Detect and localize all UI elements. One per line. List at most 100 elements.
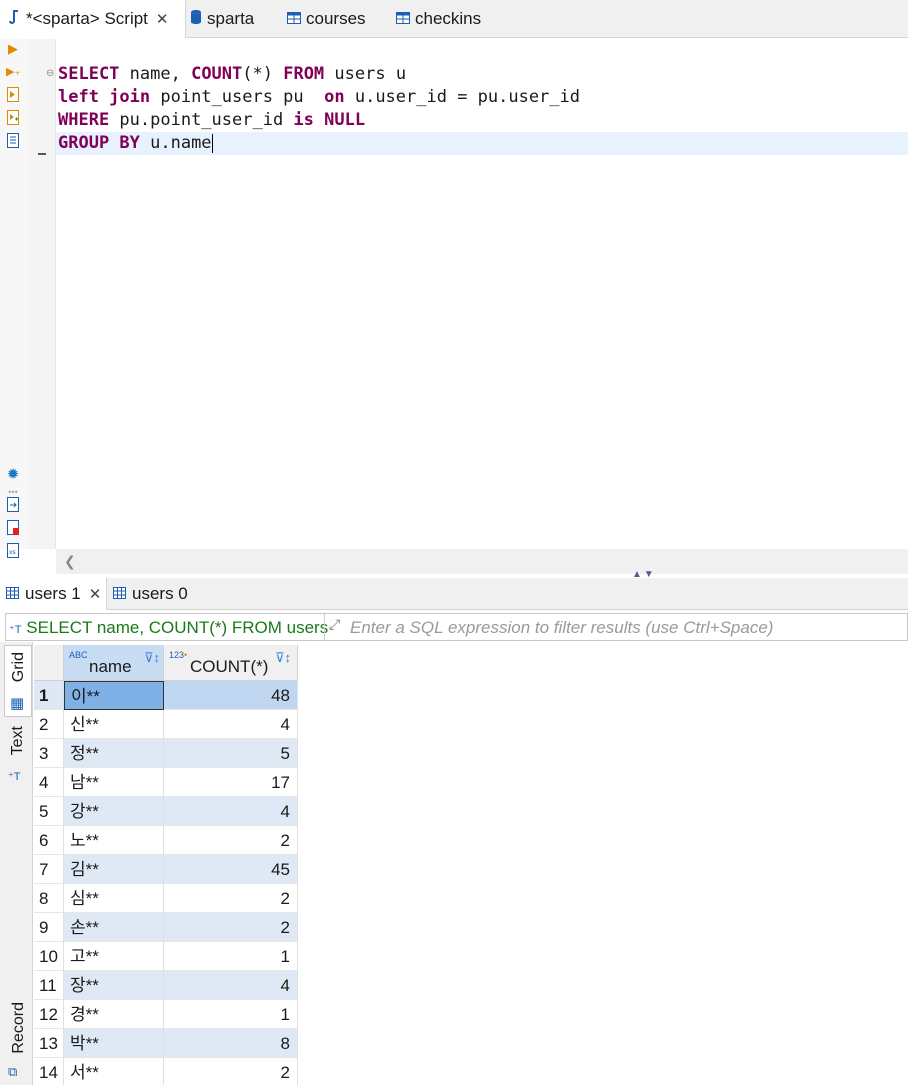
tab-results-users-1[interactable]: users 1 ✕ [0,578,107,610]
cell-name[interactable]: 경** [64,1000,164,1029]
grid-label: Grid [10,652,27,683]
row-number[interactable]: 3 [34,739,64,768]
table-row[interactable]: 5 강** 4 [34,797,908,826]
grid-view-tab[interactable]: Grid ▦ [4,645,32,717]
current-line-marker [38,153,46,155]
type-badge: 123 [169,650,185,660]
row-number[interactable]: 9 [34,913,64,942]
horizontal-scrollbar[interactable]: ❮ [56,549,908,574]
filter-input[interactable]: Enter a SQL expression to filter results… [350,618,773,638]
cell-name[interactable]: 신** [64,710,164,739]
cell-count[interactable]: 2 [164,1058,298,1085]
cell-count[interactable]: 48 [164,681,298,710]
cell-name[interactable]: 이** [64,681,164,710]
cell-name[interactable]: 김** [64,855,164,884]
results-grid[interactable]: ABC name ⊽↕ 123• COUNT(*) ⊽↕ 1 이** 48 2 신** 4… [34,642,908,1085]
table-row[interactable]: 7 김** 45 [34,855,908,884]
table-row[interactable]: 2 신** 4 [34,710,908,739]
execute-script-new-tab-icon[interactable] [6,110,20,126]
row-number[interactable]: 13 [34,1029,64,1058]
cell-name[interactable]: 장** [64,971,164,1000]
execute-script-icon[interactable] [6,87,20,103]
cell-count[interactable]: 1 [164,1000,298,1029]
code-line[interactable]: left join point_users pu on u.user_id = … [56,86,908,109]
record-view-tab[interactable]: Record ⧉ [4,1002,32,1082]
row-number-header[interactable] [34,645,64,681]
cell-name[interactable]: 정** [64,739,164,768]
filter-sort-icon[interactable]: ⊽↕ [275,650,291,666]
table-row[interactable]: 3 정** 5 [34,739,908,768]
code-line[interactable]: GROUP BY u.name [56,132,908,155]
gear-icon[interactable]: ✹ [6,467,20,483]
cell-count[interactable]: 8 [164,1029,298,1058]
row-number[interactable]: 10 [34,942,64,971]
table-row[interactable]: 12 경** 1 [34,1000,908,1029]
row-number[interactable]: 1 [34,681,64,710]
row-number[interactable]: 8 [34,884,64,913]
tab-checkins[interactable]: checkins [396,0,481,38]
cell-count[interactable]: 17 [164,768,298,797]
table-row[interactable]: 9 손** 2 [34,913,908,942]
explain-plan-icon[interactable] [6,133,20,149]
cell-name[interactable]: 강** [64,797,164,826]
cell-count[interactable]: 4 [164,710,298,739]
cell-name[interactable]: 박** [64,1029,164,1058]
format-sql-icon[interactable]: xs [6,543,20,559]
cell-count[interactable]: 5 [164,739,298,768]
row-number[interactable]: 5 [34,797,64,826]
table-row[interactable]: 8 심** 2 [34,884,908,913]
row-number[interactable]: 12 [34,1000,64,1029]
table-row[interactable]: 11 장** 4 [34,971,908,1000]
delete-file-icon[interactable] [6,520,20,536]
cell-count[interactable]: 4 [164,797,298,826]
tab-sparta[interactable]: sparta [190,0,254,38]
text-view-tab[interactable]: Text ⁺T [4,720,32,783]
table-row[interactable]: 14 서** 2 [34,1058,908,1085]
cell-count[interactable]: 1 [164,942,298,971]
column-header-name[interactable]: ABC name ⊽↕ [64,645,164,681]
table-row[interactable]: 4 남** 17 [34,768,908,797]
cell-count[interactable]: 2 [164,913,298,942]
execute-in-new-tab-icon[interactable]: ▶₊ [6,64,20,80]
table-row[interactable]: 13 박** 8 [34,1029,908,1058]
column-header-count[interactable]: 123• COUNT(*) ⊽↕ [164,645,298,681]
filter-sort-icon[interactable]: ⊽↕ [144,650,160,666]
cell-count[interactable]: 4 [164,971,298,1000]
code-line[interactable]: SELECT name, COUNT(*) FROM users u [56,63,908,86]
row-number[interactable]: 11 [34,971,64,1000]
cell-name[interactable]: 노** [64,826,164,855]
code-line[interactable]: WHERE pu.point_user_id is NULL [56,109,908,132]
expand-icon[interactable]: ⤢ [329,616,340,633]
export-icon[interactable] [6,497,20,513]
cell-name[interactable]: 심** [64,884,164,913]
row-number[interactable]: 2 [34,710,64,739]
tab-results-users-0[interactable]: users 0 [113,578,188,610]
tab-sql-script[interactable]: *<sparta> Script ✕ [0,0,186,38]
cell-count[interactable]: 2 [164,884,298,913]
chevron-left-icon[interactable]: ❮ [64,553,76,570]
row-number[interactable]: 4 [34,768,64,797]
code-area[interactable]: SELECT name, COUNT(*) FROM users u left j… [56,63,908,155]
cell-name[interactable]: 서** [64,1058,164,1085]
cell-count[interactable]: 2 [164,826,298,855]
sql-keyword: on [324,87,345,107]
tab-courses[interactable]: courses [287,0,366,38]
cell-name[interactable]: 손** [64,913,164,942]
table-row[interactable]: 6 노** 2 [34,826,908,855]
cell-name[interactable]: 남** [64,768,164,797]
cell-count[interactable]: 45 [164,855,298,884]
table-row[interactable]: 10 고** 1 [34,942,908,971]
tab-label: *<sparta> Script [26,9,148,28]
close-icon[interactable]: ✕ [156,10,169,28]
execute-statement-icon[interactable]: ▶ [6,41,20,57]
sql-editor[interactable]: ▶ ▶₊ ✹ ••• xs ⊖ SELECT name, COUNT(*) FR… [0,39,908,574]
cell-name[interactable]: 고** [64,942,164,971]
row-number[interactable]: 6 [34,826,64,855]
fold-marker-icon[interactable]: ⊖ [46,68,54,79]
row-number[interactable]: 14 [34,1058,64,1085]
table-row[interactable]: 1 이** 48 [34,681,908,710]
row-number[interactable]: 7 [34,855,64,884]
close-icon[interactable]: ✕ [89,585,102,603]
tab-label: courses [306,9,366,28]
